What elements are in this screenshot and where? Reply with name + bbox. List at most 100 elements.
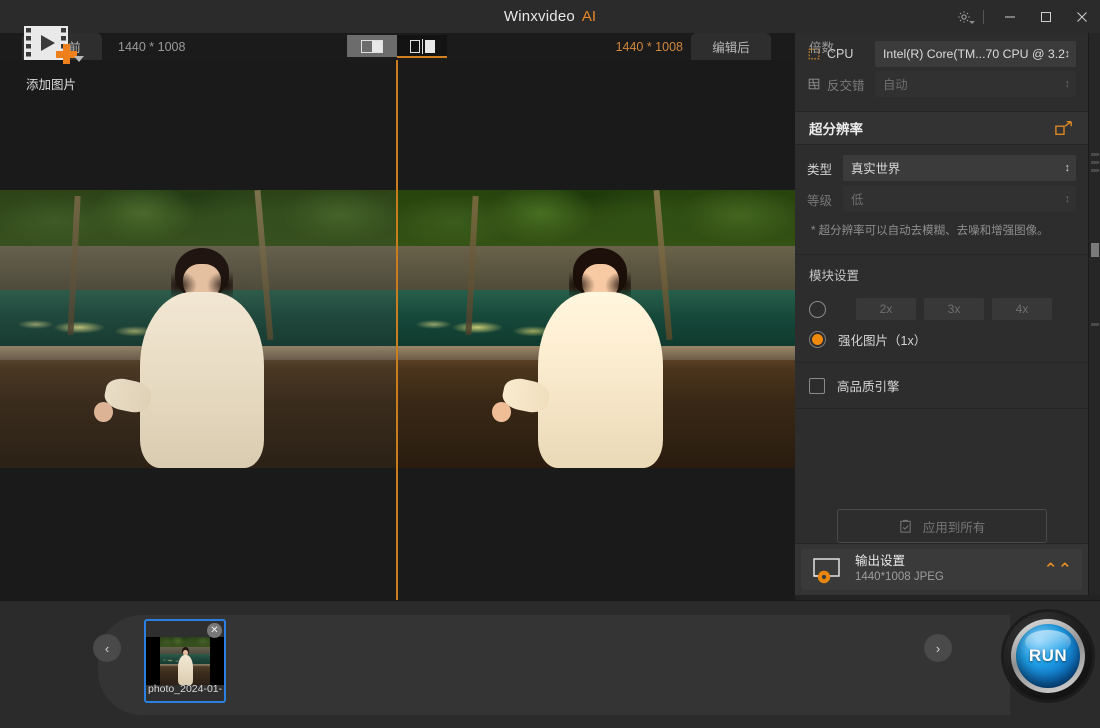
double-chevron-up-icon[interactable]: ⌃⌃ <box>1044 561 1073 578</box>
preview-tab-strip: 编辑前 1440 * 1008 1440 * 1008 编辑后 <box>0 33 795 60</box>
maximize-icon <box>1041 11 1051 22</box>
output-settings-detail: 1440*1008 JPEG <box>855 571 944 584</box>
enhance-label: 强化图片（1x） <box>838 333 927 348</box>
high-quality-row[interactable]: 高品质引擎 <box>795 363 1088 410</box>
comparison-divider-handle[interactable] <box>396 60 398 600</box>
module-settings-title: 模块设置 <box>809 269 860 284</box>
thumbnail-remove-button[interactable]: ✕ <box>207 623 222 638</box>
run-button-face: RUN <box>1016 624 1080 688</box>
level-select-value: 低 <box>851 193 864 207</box>
type-label: 类型 <box>807 162 833 177</box>
run-button-label: RUN <box>1028 646 1068 665</box>
level-row: 等级 低 ↕ <box>807 186 1076 212</box>
super-resolution-header: 超分辨率 <box>795 112 1088 145</box>
media-thumbnail-item[interactable]: photo_2024-01- ✕ <box>144 619 226 703</box>
close-button[interactable] <box>1064 0 1100 33</box>
deinterlace-row: 反交错 自动 ↕ <box>807 71 1076 97</box>
scale-buttons: 2x 3x 4x <box>856 298 1052 321</box>
super-resolution-title: 超分辨率 <box>809 122 863 137</box>
chevron-updown-icon: ↕ <box>1064 47 1071 60</box>
output-settings-wrapper: 输出设置 1440*1008 JPEG ⌃⌃ <box>795 543 1088 595</box>
minimize-icon <box>1005 16 1015 17</box>
thumbnail-filename: photo_2024-01- <box>148 683 223 695</box>
tab-after-edit[interactable]: 编辑后 <box>691 33 771 60</box>
preview-area[interactable] <box>0 60 795 600</box>
high-quality-label: 高品质引擎 <box>837 380 900 395</box>
settings-menu-button[interactable] <box>949 0 979 33</box>
control-divider <box>983 9 984 24</box>
add-image-button[interactable]: 添加图片 <box>14 22 88 93</box>
strip-next-button[interactable]: › <box>924 634 952 662</box>
deinterlace-icon <box>808 78 820 90</box>
close-icon: ✕ <box>210 625 219 636</box>
deinterlace-label-group: 反交错 <box>807 75 875 94</box>
high-quality-checkbox[interactable] <box>809 377 825 394</box>
after-image <box>398 190 795 468</box>
scale-3x-button[interactable]: 3x <box>924 298 984 321</box>
scale-4x-button[interactable]: 4x <box>992 298 1052 321</box>
settings-panel: CPU Intel(R) Core(TM...70 CPU @ 3.20GI ↕… <box>795 33 1088 595</box>
super-resolution-note: * 超分辨率可以自动去模糊、去噪和增强图像。 <box>811 225 1049 237</box>
app-title-accent: AI <box>581 8 597 25</box>
apply-to-all-button[interactable]: 应用到所有 <box>836 509 1047 543</box>
expand-icon[interactable] <box>1054 119 1074 137</box>
type-select-value: 真实世界 <box>851 162 901 176</box>
chevron-updown-icon: ↕ <box>1064 161 1071 174</box>
output-settings-card[interactable]: 输出设置 1440*1008 JPEG ⌃⌃ <box>801 549 1082 590</box>
cpu-row: CPU Intel(R) Core(TM...70 CPU @ 3.20GI ↕ <box>807 41 1076 67</box>
clipboard-check-icon <box>899 519 911 533</box>
hardware-block: CPU Intel(R) Core(TM...70 CPU @ 3.20GI ↕… <box>795 33 1088 112</box>
apply-all-wrapper: 应用到所有 <box>795 509 1088 543</box>
scale-2x-button[interactable]: 2x <box>856 298 916 321</box>
deinterlace-label: 反交错 <box>827 78 865 93</box>
cpu-select[interactable]: Intel(R) Core(TM...70 CPU @ 3.20GI ↕ <box>875 41 1076 67</box>
chevron-updown-icon: ↕ <box>1064 192 1071 205</box>
deinterlace-select-value: 自动 <box>883 78 908 92</box>
minimize-button[interactable] <box>992 0 1028 33</box>
title-bar: Winxvideo AI <box>0 0 1100 33</box>
side-by-side-icon <box>409 38 435 54</box>
run-button[interactable]: RUN <box>1004 612 1092 700</box>
output-settings-texts: 输出设置 1440*1008 JPEG <box>855 553 1044 585</box>
maximize-button[interactable] <box>1028 0 1064 33</box>
level-label: 等级 <box>807 193 833 208</box>
window-controls <box>949 0 1100 33</box>
source-dimensions: 1440 * 1008 <box>118 39 186 54</box>
scale-radio[interactable] <box>809 300 826 318</box>
module-settings-body: 模块设置 倍数 2x 3x 4x 强化图片（1x） <box>795 41 1088 364</box>
output-settings-title: 输出设置 <box>855 554 906 569</box>
app-title: Winxvideo <box>503 8 575 25</box>
strip-next-label: › <box>935 640 941 656</box>
output-dimensions: 1440 * 1008 <box>615 39 683 54</box>
output-gear-icon <box>811 556 845 584</box>
type-select[interactable]: 真实世界 ↕ <box>843 155 1076 181</box>
cpu-select-value: Intel(R) Core(TM...70 CPU @ 3.20GI <box>883 47 1065 61</box>
collapsed-right-rail[interactable] <box>1088 33 1100 595</box>
enhance-option-row[interactable]: 强化图片（1x） <box>809 324 1074 354</box>
thumbnail-image <box>146 637 224 685</box>
add-image-label: 添加图片 <box>25 78 76 92</box>
level-select[interactable]: 低 ↕ <box>843 186 1076 212</box>
chevron-down-icon <box>969 21 975 24</box>
view-mode-split-button[interactable] <box>347 35 397 57</box>
apply-to-all-label: 应用到所有 <box>922 520 986 535</box>
before-image <box>0 190 396 468</box>
winxvideo-app-window: Winxvideo AI 编辑前 <box>0 0 1100 728</box>
split-view-icon <box>361 39 383 53</box>
close-icon <box>1077 11 1087 22</box>
view-mode-side-by-side-button[interactable] <box>397 35 447 58</box>
add-media-icon <box>22 22 84 66</box>
view-mode-toggle-group <box>347 35 447 58</box>
deinterlace-select[interactable]: 自动 ↕ <box>875 71 1076 97</box>
media-strip <box>98 615 1010 715</box>
super-resolution-body: 类型 真实世界 ↕ 等级 低 ↕ * 超分辨率可以自动去模糊、去噪和增强图像。 <box>795 145 1088 256</box>
chevron-down-icon[interactable] <box>74 56 84 62</box>
strip-prev-button[interactable]: ‹ <box>93 634 121 662</box>
scale-option-row[interactable]: 倍数 2x 3x 4x <box>809 41 1074 324</box>
type-row: 类型 真实世界 ↕ <box>807 155 1076 181</box>
enhance-radio[interactable] <box>809 330 826 348</box>
scale-label: 倍数 <box>809 41 835 55</box>
preview-pane-before <box>0 190 396 468</box>
strip-prev-label: ‹ <box>104 640 110 656</box>
preview-pane-after <box>398 190 795 468</box>
